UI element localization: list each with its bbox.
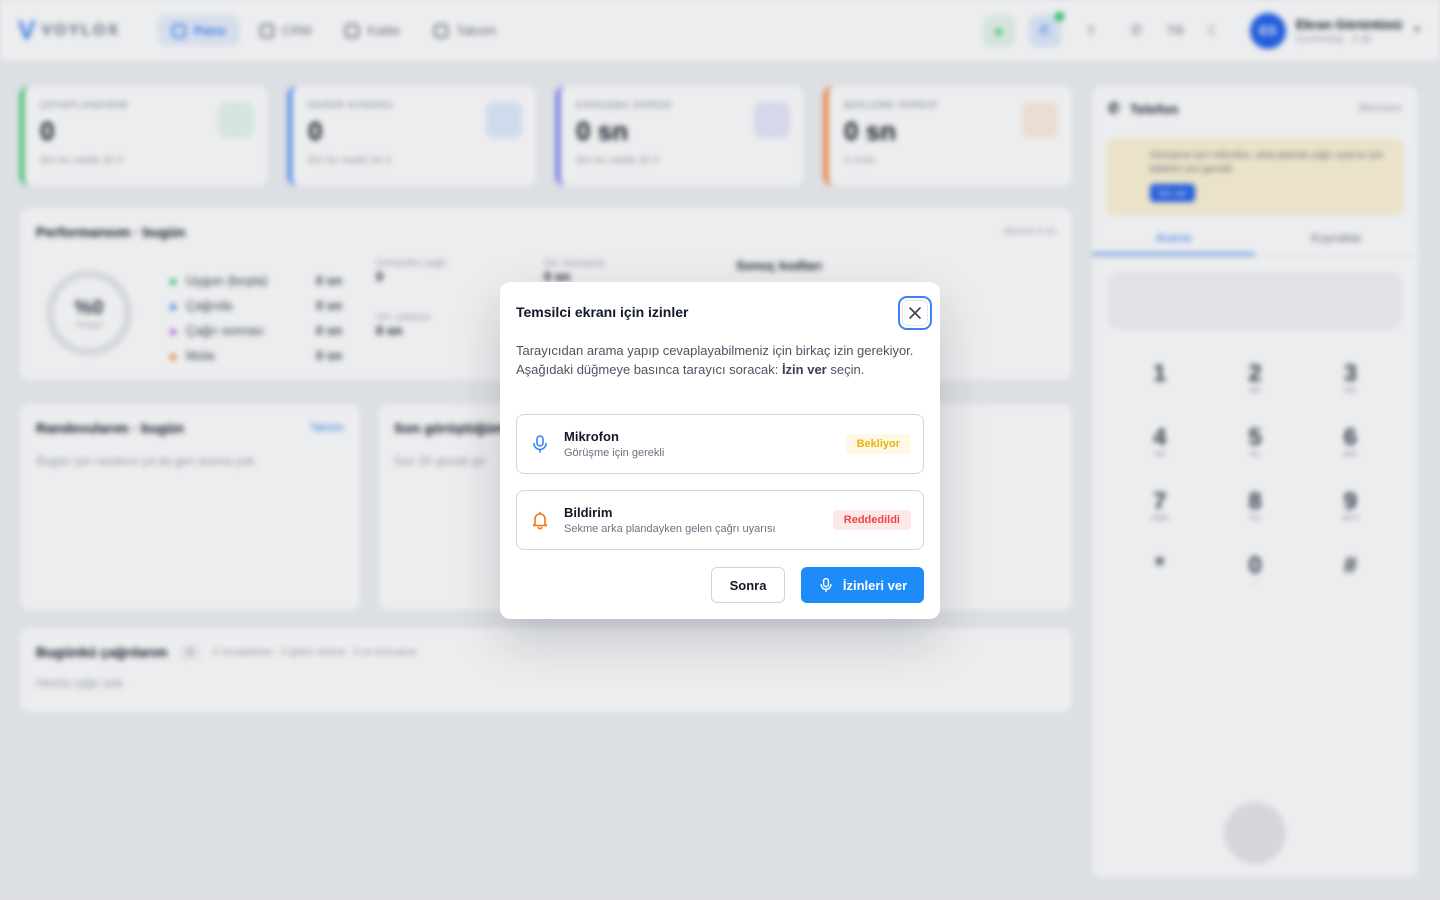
permission-description: Görüşme için gerekli — [564, 447, 665, 459]
close-icon — [909, 307, 921, 319]
status-badge: Reddedildi — [832, 510, 911, 530]
modal-title: Temsilci ekranı için izinler — [516, 304, 689, 320]
microphone-icon — [820, 577, 832, 593]
permissions-modal: Temsilci ekranı için izinler Tarayıcıdan… — [500, 282, 940, 619]
permission-row-microphone: Mikrofon Görüşme için gerekli Bekliyor — [516, 414, 924, 474]
status-badge: Bekliyor — [845, 434, 911, 454]
bell-icon — [529, 509, 551, 531]
close-button[interactable] — [898, 296, 932, 330]
modal-actions: Sonra İzinleri ver — [711, 567, 924, 603]
microphone-icon — [529, 433, 551, 455]
permission-row-notification: Bildirim Sekme arka plandayken gelen çağ… — [516, 490, 924, 550]
description-bold: İzin ver — [781, 361, 827, 377]
permission-name: Bildirim — [564, 505, 613, 520]
permission-description: Sekme arka plandayken gelen çağrı uyarıs… — [564, 523, 776, 535]
later-button[interactable]: Sonra — [711, 567, 785, 603]
modal-description: Tarayıcıdan arama yapıp cevaplayabilmeni… — [516, 342, 916, 379]
permission-name: Mikrofon — [564, 429, 619, 444]
description-end: seçin. — [830, 361, 865, 377]
grant-permissions-button[interactable]: İzinleri ver — [801, 567, 924, 603]
grant-label: İzinleri ver — [842, 577, 908, 593]
